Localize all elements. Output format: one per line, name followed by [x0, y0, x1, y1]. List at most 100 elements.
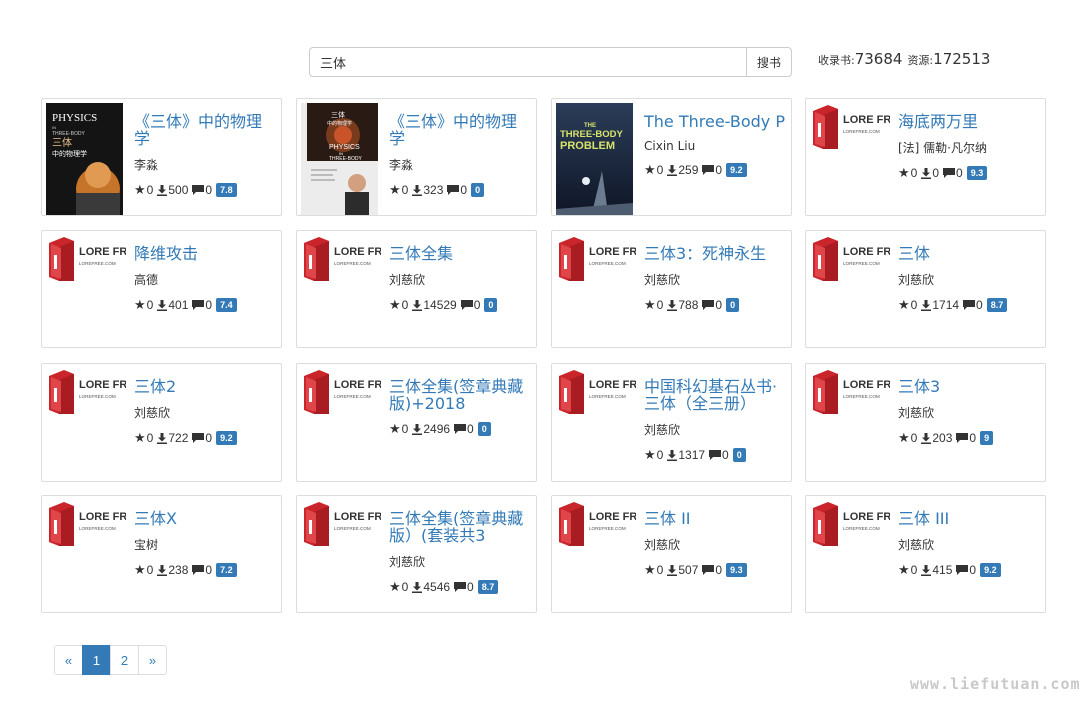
book-title-link[interactable]: 《三体》中的物理学 [134, 113, 275, 147]
star-icon: ★ [644, 162, 656, 177]
book-author: 高德 [134, 273, 159, 287]
svg-text:PHYSICS: PHYSICS [52, 112, 97, 124]
star-count: ★ 0 [644, 162, 664, 177]
book-author: 刘慈欣 [134, 406, 171, 420]
book-info: 三体 II 刘慈欣 ★ 0 507 0 9.3 [644, 510, 785, 578]
download-count: 259 [667, 163, 698, 177]
book-card[interactable]: LORE FREE LOREFREE.COM 三体全集(签章典藏版）(套装共3 刘慈欣… [296, 495, 537, 613]
star-icon: ★ [389, 421, 401, 436]
comment-count: 0 [702, 563, 722, 577]
lorefree-brand-text: LORE FREE [589, 379, 636, 391]
download-count: 323 [412, 183, 443, 197]
book-metrics: ★ 0 4546 0 8.7 [389, 579, 530, 595]
rating-badge: 9.3 [966, 166, 988, 180]
lorefree-logo: LORE FREE LOREFREE.COM [49, 237, 126, 281]
star-icon: ★ [134, 297, 146, 312]
book-card[interactable]: LORE FREE LOREFREE.COM 降维攻击高德 ★0401 0 7.4 [41, 230, 282, 348]
book-card[interactable]: LORE FREELOREFREE.COM三体全集刘慈欣★01452900 [296, 230, 537, 348]
book-info: 三体 III 刘慈欣 ★ 0 415 0 9.2 [898, 510, 1039, 578]
search-bar: 搜书 [309, 47, 792, 77]
download-count: 14529 [412, 298, 457, 312]
comment-icon [192, 432, 205, 443]
search-button[interactable]: 搜书 [746, 47, 792, 77]
rating-badge: 8.7 [986, 298, 1008, 312]
book-card[interactable]: LORE FREE LOREFREE.COM 三体 III 刘慈欣 ★0415 0 9.2 [805, 495, 1046, 613]
book-metrics: ★ 0 415 0 9.2 [898, 562, 1039, 578]
book-title-link[interactable]: 三体 II [644, 510, 785, 527]
book-card[interactable]: LORE FREE LOREFREE.COM 三体3：死神永生刘慈欣 ★0788 00 [551, 230, 792, 348]
prev-page-button[interactable]: « [54, 645, 83, 675]
search-input[interactable] [309, 47, 746, 77]
book-card[interactable]: LORE FREE LOREFREE.COM 中国科幻基石丛书·三体（全三册） 刘慈欣… [551, 363, 792, 482]
comment-count: 0 [447, 183, 467, 197]
lorefree-logo: LORE FREE LOREFREE.COM [49, 502, 126, 546]
lorefree-domain-text: LOREFREE.COM [589, 261, 626, 266]
book-card[interactable]: LORE FREE LOREFREE.COM 三体 II 刘慈欣 ★0507 0 9.3 [551, 495, 792, 613]
book-info: 三体3：死神永生 刘慈欣 ★ 0 788 0 0 [644, 245, 785, 313]
book-info: 三体3 刘慈欣 ★ 0 203 0 9 [898, 378, 1039, 446]
book-card[interactable]: PHYSICS IN THREE-BODY 三体 中的物理学 《三体》中的物理学 李淼 ★ 0 5… [41, 98, 282, 216]
download-count: 788 [667, 298, 698, 312]
book-title-link[interactable]: 三体全集 [389, 245, 530, 262]
comment-icon [963, 299, 976, 310]
book-author: [法] 儒勒·凡尔纳 [898, 141, 987, 155]
download-count: 4546 [412, 580, 450, 594]
resources-label: 资源: [907, 54, 934, 67]
book-title-link[interactable]: 三体3：死神永生 [644, 245, 785, 262]
book-title-link[interactable]: 三体全集(签章典藏版)+2018 [389, 378, 530, 412]
rating-badge: 7.8 [216, 183, 237, 197]
comment-icon [192, 299, 205, 310]
star-icon: ★ [134, 430, 146, 445]
page-2-button[interactable]: 2 [110, 645, 139, 675]
book-title-link[interactable]: 三体 [898, 245, 1039, 262]
page-1-button[interactable]: 1 [82, 645, 111, 675]
book-card[interactable]: 三体 中的物理学 PHYSICS IN THREE-BODY 《三体》中的物理学 李淼 ★ 0 3… [296, 98, 537, 216]
books-count: 73684 [854, 50, 903, 68]
star-count: ★ 0 [389, 297, 409, 312]
book-title-link[interactable]: 三体3 [898, 378, 1039, 395]
book-info: 三体全集 刘慈欣 ★ 0 14529 0 0 [389, 245, 530, 313]
rating-badge: 0 [471, 183, 485, 197]
book-card[interactable]: LORE FREE LOREFREE.COM 三体刘慈欣 ★01714 08.7 [805, 230, 1046, 348]
book-title-link[interactable]: 三体2 [134, 378, 275, 395]
book-metrics: ★ 0 14529 0 0 [389, 297, 530, 313]
next-page-button[interactable]: » [138, 645, 167, 675]
book-card[interactable]: LORE FREE LOREFREE.COM 三体X 宝树 ★0238 0 7.2 [41, 495, 282, 613]
comment-icon [192, 564, 205, 575]
book-title-link[interactable]: 《三体》中的物理学 [389, 113, 530, 147]
star-count: ★ 0 [134, 182, 154, 197]
book-author: 刘慈欣 [898, 538, 935, 552]
book-author: 刘慈欣 [644, 538, 681, 552]
svg-text:中的物理学: 中的物理学 [327, 120, 352, 127]
book-title-link[interactable]: 中国科幻基石丛书·三体（全三册） [644, 378, 785, 412]
star-icon: ★ [644, 562, 656, 577]
book-author: 刘慈欣 [644, 423, 681, 437]
book-title-link[interactable]: 三体 III [898, 510, 1039, 527]
download-count: 0 [921, 166, 939, 180]
book-card[interactable]: LORE FREE LOREFREE.COM 三体2 刘慈欣 ★0722 0 9.2 [41, 363, 282, 482]
book-title-link[interactable]: 三体全集(签章典藏版）(套装共3 [389, 510, 530, 544]
book-card[interactable]: THE THREE-BODY PROBLEM The Three-Body P Cixi… [551, 98, 792, 216]
book-title-link[interactable]: The Three-Body P [644, 113, 785, 130]
comment-count: 0 [943, 166, 963, 180]
lorefree-logo: LORE FREE LOREFREE.COM [559, 237, 636, 281]
lorefree-domain-text: LOREFREE.COM [334, 261, 371, 266]
books-label: 收录书: [818, 54, 855, 67]
svg-text:三体: 三体 [331, 110, 345, 119]
book-title-link[interactable]: 三体X [134, 510, 275, 527]
book-card[interactable]: LORE FREELOREFREE.COM海底两万里[法] 儒勒·凡尔纳★000… [805, 98, 1046, 216]
book-title-link[interactable]: 海底两万里 [898, 113, 1039, 130]
svg-text:THREE-BODY: THREE-BODY [560, 129, 623, 140]
book-info: 三体全集(签章典藏版)+2018 ★ 0 2496 0 0 [389, 378, 530, 437]
book-card[interactable]: LORE FREE LOREFREE.COM 三体3 刘慈欣 ★0203 09 [805, 363, 1046, 482]
rating-badge: 0 [477, 422, 491, 436]
lorefree-domain-text: LOREFREE.COM [334, 394, 371, 399]
lorefree-brand-text: LORE FREE [79, 379, 126, 391]
comment-icon [454, 423, 467, 434]
lorefree-logo: LORE FREE LOREFREE.COM [813, 370, 890, 414]
lorefree-logo: LORE FREE LOREFREE.COM [304, 237, 381, 281]
book-title-link[interactable]: 降维攻击 [134, 245, 275, 262]
book-card[interactable]: LORE FREELOREFREE.COM三体全集(签章典藏版)+2018★02… [296, 363, 537, 482]
lorefree-logo: LORE FREE LOREFREE.COM [813, 237, 890, 281]
rating-badge: 7.4 [216, 298, 237, 312]
